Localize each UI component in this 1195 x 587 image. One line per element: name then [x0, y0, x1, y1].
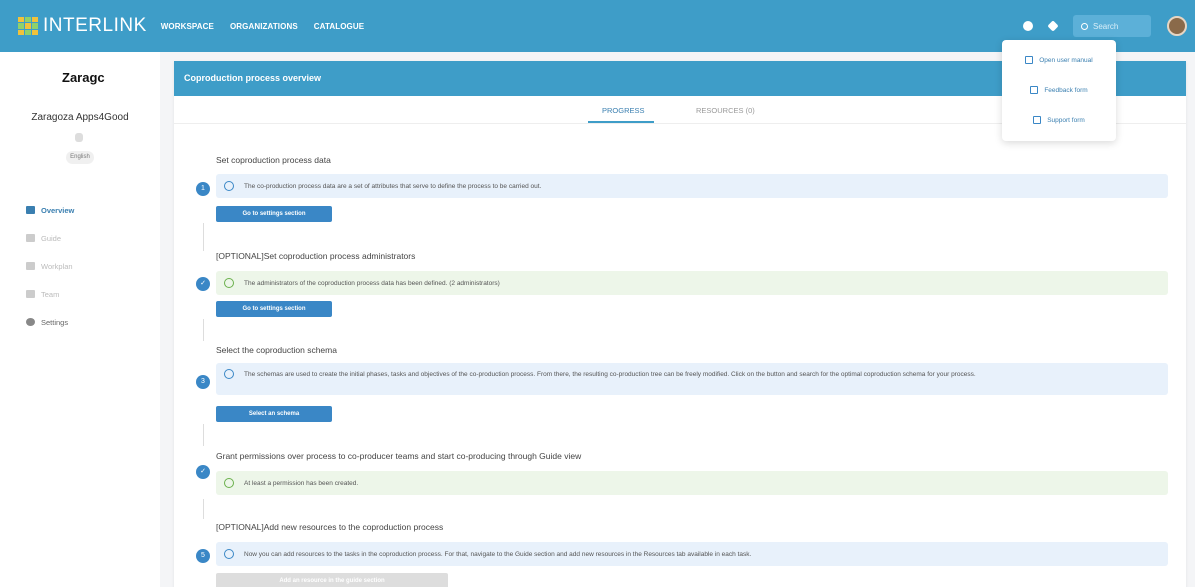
step-info-alert: The schemas are used to create the initi… [216, 363, 1168, 395]
step-done-check-icon: ✓ [196, 277, 210, 291]
step-number-badge: 3 [196, 375, 210, 389]
menu-item-label: Feedback form [1044, 86, 1088, 94]
alert-text: The administrators of the coproduction p… [244, 279, 500, 287]
step-info-alert: Now you can add resources to the tasks i… [216, 542, 1168, 566]
active-tab-indicator [588, 121, 654, 123]
alert-text: The schemas are used to create the initi… [244, 371, 976, 378]
sidebar-item-label: Workplan [41, 261, 73, 271]
menu-item-label: Support form [1047, 116, 1085, 124]
go-to-settings-button[interactable]: Go to settings section [216, 206, 332, 222]
menu-item-feedback-form[interactable]: Feedback form [1002, 86, 1116, 94]
step-success-alert: At least a permission has been created. [216, 471, 1168, 495]
sidebar-item-label: Guide [41, 233, 62, 243]
app-logo[interactable]: INTERLINK [18, 15, 147, 37]
info-icon [224, 549, 234, 559]
menu-item-support-form[interactable]: Support form [1002, 116, 1116, 124]
select-schema-button[interactable]: Select an schema [216, 406, 332, 422]
sidebar-item-team[interactable]: Team [26, 280, 74, 308]
step-title: Select the coproduction schema [216, 345, 337, 355]
search-input[interactable] [1093, 21, 1143, 31]
menu-item-user-manual[interactable]: Open user manual [1002, 56, 1116, 64]
tab-progress[interactable]: PROGRESS [602, 106, 645, 115]
nav-catalogue[interactable]: CATALOGUE [314, 22, 364, 31]
step-info-alert: The co-production process data are a set… [216, 174, 1168, 198]
grid-icon [26, 206, 35, 214]
tab-resources[interactable]: RESOURCES (0) [696, 106, 755, 115]
logo-text: INTERLINK [43, 15, 147, 36]
step-number-badge: 5 [196, 549, 210, 563]
org-name: Zaragoza Apps4Good [31, 112, 129, 123]
step-connector [203, 499, 204, 519]
check-circle-icon [224, 278, 234, 288]
sidebar: Zaragc Zaragoza Apps4Good English Overvi… [0, 52, 160, 587]
external-link-icon [1033, 116, 1042, 124]
info-icon [224, 369, 234, 379]
language-badge[interactable]: English [66, 151, 94, 164]
alert-text: At least a permission has been created. [244, 479, 359, 487]
step-success-alert: The administrators of the coproduction p… [216, 271, 1168, 295]
org-logo: Zaragc [62, 70, 105, 85]
search-box[interactable] [1073, 15, 1151, 37]
help-dropdown-menu: Open user manual Feedback form Support f… [1002, 40, 1116, 141]
alert-text: The co-production process data are a set… [244, 182, 542, 190]
go-to-settings-button[interactable]: Go to settings section [216, 301, 332, 317]
settings-gear-icon[interactable] [1047, 20, 1059, 32]
check-circle-icon [224, 478, 234, 488]
step-done-check-icon: ✓ [196, 465, 210, 479]
sidebar-menu: Overview Guide Workplan Team Settings [26, 196, 74, 336]
help-icon[interactable] [1023, 21, 1033, 31]
language-icon [75, 133, 83, 142]
menu-item-label: Open user manual [1039, 56, 1093, 64]
sidebar-item-label: Overview [41, 205, 75, 215]
search-icon [1081, 22, 1088, 30]
nav-organizations[interactable]: ORGANIZATIONS [230, 22, 298, 31]
step-connector [203, 223, 204, 251]
user-avatar[interactable] [1167, 16, 1187, 36]
step-number-badge: 1 [196, 182, 210, 196]
sidebar-item-settings[interactable]: Settings [26, 308, 74, 336]
step-connector [203, 424, 204, 446]
info-icon [224, 181, 234, 191]
gear-icon [26, 318, 35, 326]
external-link-icon [1025, 56, 1034, 64]
logo-mark-icon [18, 17, 40, 35]
step-connector [203, 319, 204, 341]
tree-icon [26, 234, 35, 242]
main-nav: WORKSPACE ORGANIZATIONS CATALOGUE [161, 22, 380, 31]
sidebar-item-label: Settings [41, 317, 69, 327]
step-title: [OPTIONAL]Set coproduction process admin… [216, 251, 416, 261]
step-title: Grant permissions over process to co-pro… [216, 451, 582, 461]
add-resource-button[interactable]: Add an resource in the guide section [216, 573, 448, 587]
chart-icon [26, 262, 35, 270]
external-link-icon [1030, 86, 1039, 94]
alert-text: Now you can add resources to the tasks i… [244, 550, 752, 558]
sidebar-item-overview[interactable]: Overview [26, 196, 74, 224]
step-title: [OPTIONAL]Add new resources to the copro… [216, 522, 444, 532]
sidebar-item-workplan[interactable]: Workplan [26, 252, 74, 280]
step-title: Set coproduction process data [216, 155, 331, 165]
people-icon [26, 290, 35, 298]
nav-workspace[interactable]: WORKSPACE [161, 22, 214, 31]
sidebar-item-guide[interactable]: Guide [26, 224, 74, 252]
sidebar-item-label: Team [41, 289, 60, 299]
